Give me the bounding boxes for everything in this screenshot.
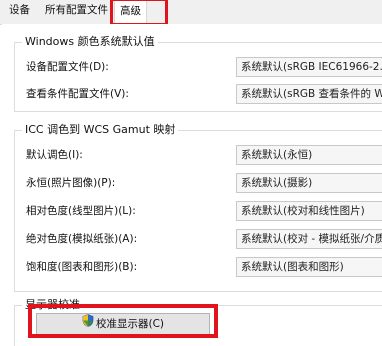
tab-label: 所有配置文件	[45, 4, 108, 16]
tab-label: 设备	[9, 4, 30, 16]
default-rendering-select[interactable]: 系统默认(永恒)	[236, 145, 382, 165]
viewing-conditions-select[interactable]: 系统默认(sRGB 查看条件的 WCS	[236, 84, 382, 104]
relative-colorimetric-label: 相对色度(线型图片)(L):	[26, 205, 136, 217]
perceptual-select[interactable]: 系统默认(摄影)	[236, 173, 382, 193]
default-rendering-label: 默认调色(I):	[26, 149, 83, 161]
device-profile-label: 设备配置文件(D):	[26, 61, 109, 73]
perceptual-label: 永恒(照片图像)(P):	[26, 177, 116, 189]
button-highlight-frame	[28, 304, 218, 338]
tab-bar: 设备 所有配置文件 高级	[0, 0, 382, 26]
advanced-panel: Windows 颜色系统默认值 设备配置文件(D): 系统默认(sRGB IEC…	[2, 24, 382, 346]
tab-highlight-frame	[110, 0, 168, 26]
device-profile-select[interactable]: 系统默认(sRGB IEC61966-2.1)	[236, 57, 382, 77]
absolute-colorimetric-select[interactable]: 系统默认(校对 - 模拟纸张/介质)	[236, 229, 382, 249]
icc-mapping-title: ICC 调色到 WCS Gamut 映射	[22, 121, 179, 137]
tab-devices[interactable]: 设备	[4, 0, 35, 24]
saturation-label: 饱和度(图表和图形)(B):	[26, 261, 138, 273]
windows-defaults-title: Windows 颜色系统默认值	[22, 33, 158, 49]
absolute-colorimetric-label: 绝对色度(模拟纸张)(A):	[26, 233, 138, 245]
saturation-select[interactable]: 系统默认(图表和图形)	[236, 257, 382, 277]
viewing-conditions-label: 查看条件配置文件(V):	[26, 88, 129, 100]
relative-colorimetric-select[interactable]: 系统默认(校对和线性图片)	[236, 201, 382, 221]
tab-all-profiles[interactable]: 所有配置文件	[40, 0, 113, 24]
